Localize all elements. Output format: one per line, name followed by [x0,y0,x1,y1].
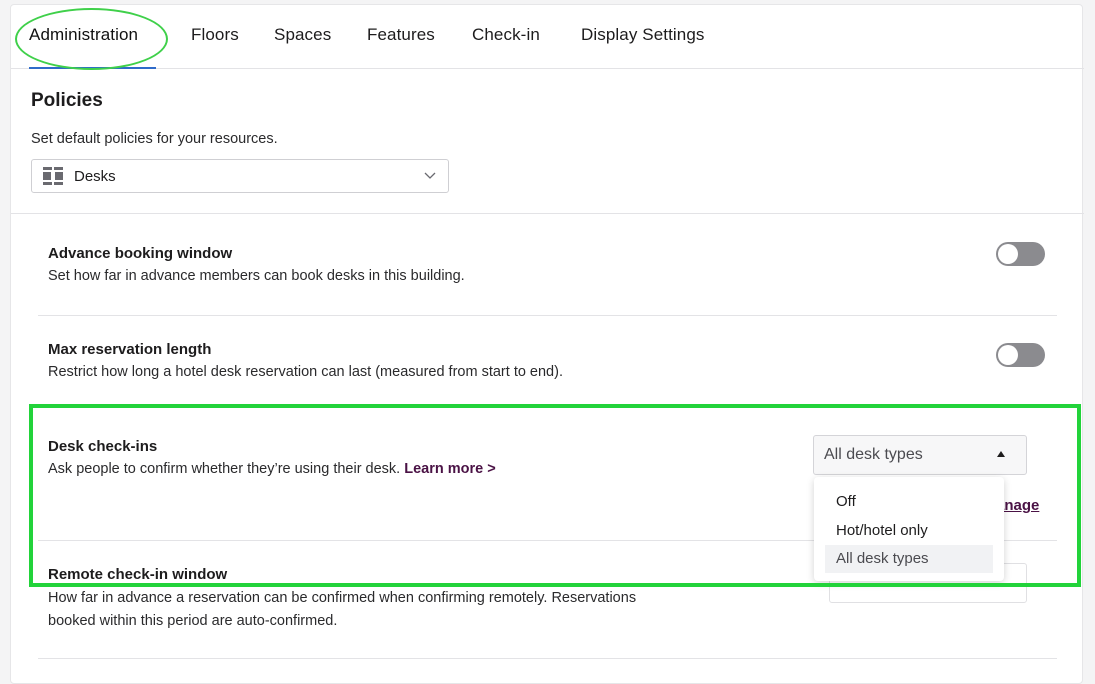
advance-booking-description: Set how far in advance members can book … [48,268,465,284]
desk-checkins-dropdown-menu: Off Hot/hotel only All desk types [814,477,1004,581]
resource-type-select[interactable]: Desks [31,159,449,193]
advance-booking-toggle[interactable] [996,242,1045,266]
dropdown-option-hot-hotel-only[interactable]: Hot/hotel only [825,517,993,545]
setting-divider [38,315,1057,316]
policies-title: Policies [31,90,103,111]
desk-checkins-title: Desk check-ins [48,438,158,455]
chevron-up-icon [997,451,1005,457]
section-divider [11,213,1084,214]
desk-checkins-description: Ask people to confirm whether they’re us… [48,458,496,481]
toggle-knob [998,244,1018,264]
toggle-knob [998,345,1018,365]
desk-checkins-description-text: Ask people to confirm whether they’re us… [48,461,401,477]
policies-card: Administration Floors Spaces Features Ch… [10,4,1084,684]
dropdown-option-all-desk-types[interactable]: All desk types [825,545,993,573]
tab-check-in[interactable]: Check-in [472,25,540,45]
max-reservation-toggle[interactable] [996,343,1045,367]
tab-features[interactable]: Features [367,25,435,45]
dropdown-option-off[interactable]: Off [825,488,993,516]
remote-checkin-description-line1: How far in advance a reservation can be … [48,590,637,606]
max-reservation-title: Max reservation length [48,341,212,358]
desk-icon [43,167,63,185]
remote-checkin-description-line2: booked within this period are auto-confi… [48,613,338,629]
tab-spaces[interactable]: Spaces [274,25,331,45]
tab-administration[interactable]: Administration [29,25,138,45]
advance-booking-title: Advance booking window [48,245,233,262]
remote-checkin-title: Remote check-in window [48,566,228,583]
desk-checkins-select[interactable]: All desk types [813,435,1027,475]
tab-display-settings[interactable]: Display Settings [581,25,705,45]
chevron-down-icon [424,172,436,179]
max-reservation-description: Restrict how long a hotel desk reservati… [48,364,563,380]
learn-more-link[interactable]: Learn more > [404,461,495,477]
active-tab-indicator [29,67,156,69]
tab-bar: Administration Floors Spaces Features Ch… [11,5,1084,69]
desk-checkins-select-value: All desk types [824,446,923,463]
tab-floors[interactable]: Floors [191,25,239,45]
policies-description: Set default policies for your resources. [31,131,278,147]
resource-type-value: Desks [74,167,116,185]
